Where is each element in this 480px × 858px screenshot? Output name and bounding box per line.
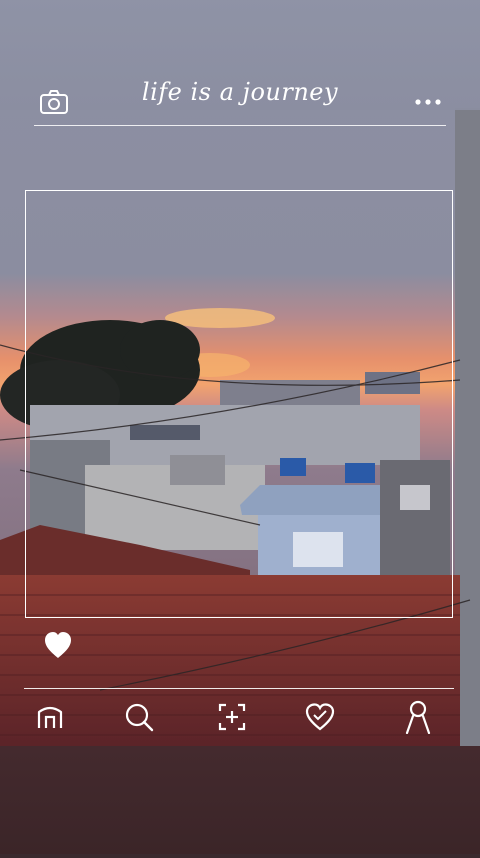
photo-frame <box>25 190 453 618</box>
bottom-shade <box>0 746 480 854</box>
header-divider <box>34 125 446 126</box>
add-post-icon[interactable] <box>212 697 252 737</box>
more-dots-icon[interactable] <box>410 86 446 118</box>
search-icon[interactable] <box>119 697 159 737</box>
home-icon[interactable] <box>30 697 70 737</box>
heart-outline-icon[interactable] <box>300 697 340 737</box>
heart-filled-icon[interactable] <box>40 626 76 664</box>
bottom-nav <box>0 697 480 737</box>
nav-divider <box>24 688 454 689</box>
header-title: life is a journey <box>141 78 339 106</box>
profile-icon[interactable] <box>398 697 438 737</box>
